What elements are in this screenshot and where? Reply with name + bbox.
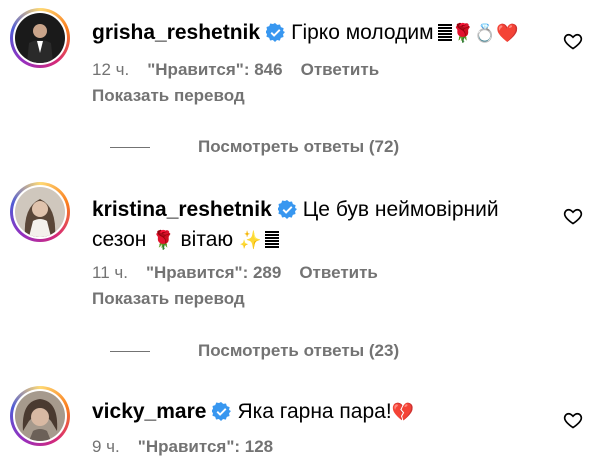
comment-text: kristina_reshetnik Це був неймовірний сез… — [92, 195, 552, 256]
avatar[interactable] — [10, 386, 70, 446]
view-replies-button[interactable]: Посмотреть ответы (23) — [110, 341, 399, 361]
reply-button[interactable]: Ответить — [301, 60, 380, 80]
rose-emoji: 🌹 — [152, 230, 175, 251]
heart-outline-icon[interactable] — [563, 206, 583, 226]
flag-icon — [437, 24, 452, 42]
reply-button[interactable]: Ответить — [299, 263, 378, 283]
sparkles-emoji: ✨ — [238, 230, 262, 251]
verified-badge-icon — [266, 23, 286, 42]
comment-text: vicky_mare Яка гарна пара!💔 — [92, 397, 552, 428]
comment-body: Яка гарна пара! — [237, 400, 392, 423]
timestamp: 11 ч. — [92, 263, 128, 282]
divider — [110, 146, 150, 148]
likes-count[interactable]: "Нравится": 846 — [147, 60, 282, 80]
comment-body-line1: Це був неймовірний — [302, 198, 499, 221]
emoji: 🌹💍❤️ — [451, 23, 519, 44]
verified-badge-icon — [212, 402, 232, 421]
comment-text: grisha_reshetnik Гірко молодим 🌹💍❤️ — [92, 18, 552, 49]
divider — [110, 350, 150, 352]
likes-count[interactable]: "Нравится": 128 — [138, 437, 273, 457]
username[interactable]: vicky_mare — [92, 400, 206, 423]
show-translation-button[interactable]: Показать перевод — [92, 289, 245, 309]
likes-count[interactable]: "Нравится": 289 — [146, 263, 281, 283]
avatar[interactable] — [10, 182, 70, 242]
view-replies-label[interactable]: Посмотреть ответы (23) — [198, 341, 399, 361]
view-replies-label[interactable]: Посмотреть ответы (72) — [198, 137, 399, 157]
timestamp: 9 ч. — [92, 437, 120, 456]
username[interactable]: grisha_reshetnik — [92, 21, 260, 44]
show-translation-button[interactable]: Показать перевод — [92, 86, 245, 106]
verified-badge-icon — [277, 200, 297, 219]
flag-icon — [265, 231, 280, 249]
comment-meta: 12 ч. "Нравится": 846 Ответить — [92, 60, 379, 80]
comment-meta: 9 ч. "Нравится": 128 — [92, 437, 273, 457]
avatar[interactable] — [10, 8, 70, 68]
comment-body-line2b: вітаю — [180, 228, 234, 251]
heart-outline-icon[interactable] — [563, 31, 583, 51]
emoji: 💔 — [391, 402, 415, 423]
heart-outline-icon[interactable] — [563, 410, 583, 430]
timestamp: 12 ч. — [92, 60, 130, 79]
view-replies-button[interactable]: Посмотреть ответы (72) — [110, 137, 399, 157]
comment-body-line2: сезон — [92, 228, 147, 251]
comment-meta: 11 ч. "Нравится": 289 Ответить — [92, 263, 378, 283]
username[interactable]: kristina_reshetnik — [92, 198, 272, 221]
comment-body: Гірко молодим — [291, 21, 434, 44]
